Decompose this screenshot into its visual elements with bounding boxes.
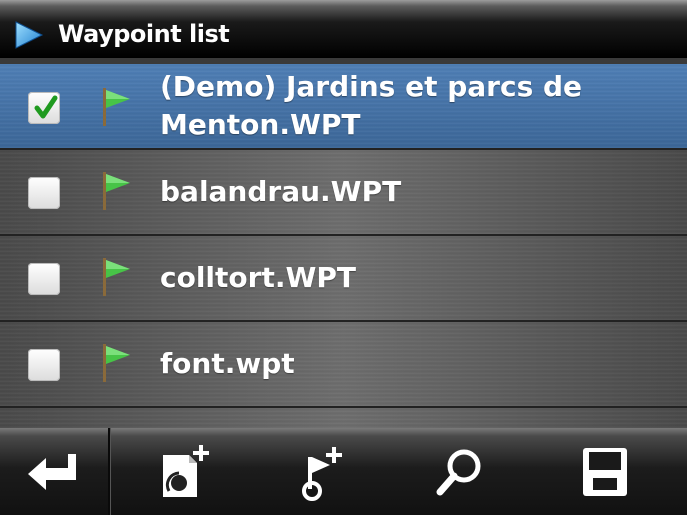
page-title: Waypoint list (58, 20, 230, 48)
waypoint-name: (Demo) Jardins et parcs de (160, 70, 583, 103)
waypoint-name: font.wpt (160, 347, 295, 380)
waypoint-name: balandrau.WPT (160, 175, 402, 208)
file-add-icon (163, 444, 209, 497)
list-item[interactable]: font.wpt (0, 322, 687, 408)
search-button[interactable] (405, 428, 515, 515)
checkbox[interactable] (28, 177, 60, 209)
list-item[interactable]: (Demo) Jardins et parcs de Menton.WPT (0, 64, 687, 150)
check-icon (34, 95, 58, 119)
flag-icon (103, 258, 130, 296)
waypoint-name-continued: Menton.WPT (160, 108, 361, 141)
flag-icon (103, 88, 130, 126)
play-triangle-icon (15, 21, 44, 49)
title-bar: Waypoint list (0, 0, 687, 58)
toolbar-divider (108, 428, 110, 515)
checkbox[interactable] (28, 349, 60, 381)
flag-icon (103, 172, 130, 210)
checkbox[interactable] (28, 263, 60, 295)
flag-icon (103, 344, 130, 382)
add-waypoint-button[interactable] (265, 428, 375, 515)
list-item[interactable]: balandrau.WPT (0, 150, 687, 236)
checkbox[interactable] (28, 92, 60, 124)
waypoint-add-icon (302, 446, 342, 501)
back-button[interactable] (0, 428, 108, 515)
search-icon (436, 449, 481, 495)
import-file-button[interactable] (130, 428, 240, 515)
waypoint-name: colltort.WPT (160, 261, 356, 294)
list-item-partial (0, 408, 687, 428)
save-button[interactable] (550, 428, 660, 515)
return-arrow-icon (28, 453, 76, 490)
list-item[interactable]: colltort.WPT (0, 236, 687, 322)
save-icon (583, 447, 627, 496)
bottom-toolbar (0, 428, 687, 515)
waypoint-list[interactable]: (Demo) Jardins et parcs de Menton.WPT ba… (0, 64, 687, 428)
